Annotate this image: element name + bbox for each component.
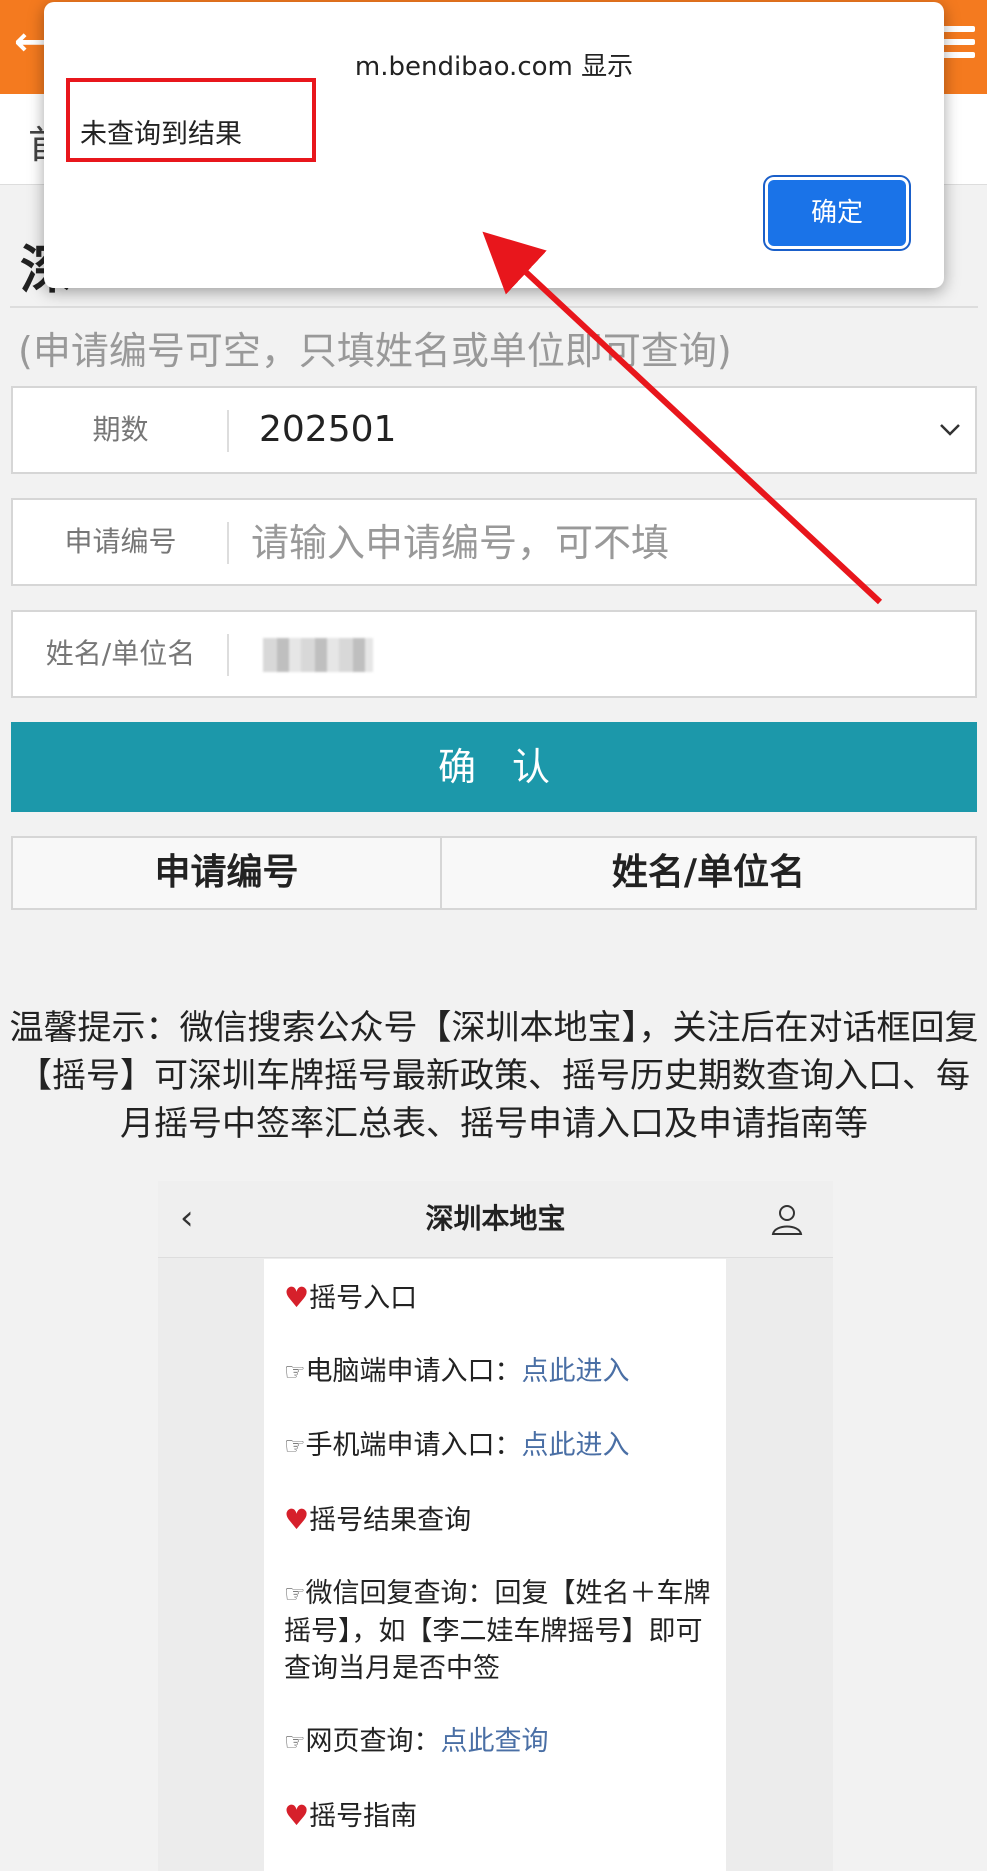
tip-text: 温馨提示：微信搜索公众号【深圳本地宝】，关注后在对话框回复【摇号】可深圳车牌摇号… — [9, 1008, 979, 1144]
user-icon — [771, 1205, 803, 1235]
confirm-button[interactable]: 确认 — [11, 722, 977, 812]
list-item: ☞电脑端申请入口：点此进入 — [284, 1356, 630, 1387]
dialog-ok-button[interactable]: 确定 — [768, 180, 906, 246]
results-table-header: 申请编号 姓名/单位名 — [11, 836, 977, 910]
dialog-message: 未查询到结果 — [80, 119, 242, 150]
column-header-application-number: 申请编号 — [13, 838, 442, 908]
name-field: 姓名/单位名 — [11, 610, 977, 698]
column-header-name: 姓名/单位名 — [611, 852, 806, 893]
pointing-hand-icon: ☞ — [284, 1580, 306, 1608]
field-divider — [227, 634, 229, 676]
list-item: ♥摇号结果查询 — [284, 1503, 472, 1536]
pointing-hand-icon: ☞ — [284, 1358, 306, 1386]
application-number-field: 申请编号 — [11, 498, 977, 586]
alert-dialog: m.bendibao.com 显示 未查询到结果 确定 — [44, 2, 944, 288]
period-value[interactable]: 202501 — [259, 388, 396, 472]
list-item: ☞网页查询：点此查询 — [284, 1726, 549, 1757]
period-label: 期数 — [92, 413, 149, 446]
wechat-screenshot: ‹ 深圳本地宝 ♥摇号入口 ☞电脑端申请入口：点此进入 ☞手机端申请入口：点此进… — [158, 1181, 833, 1871]
chevron-down-icon[interactable] — [937, 416, 963, 442]
title-divider — [10, 306, 978, 308]
mobile-entry-link[interactable]: 点此进入 — [522, 1430, 630, 1461]
application-number-input[interactable] — [249, 510, 953, 576]
phone-content-card: ♥摇号入口 ☞电脑端申请入口：点此进入 ☞手机端申请入口：点此进入 ♥摇号结果查… — [264, 1259, 726, 1871]
pointing-hand-icon: ☞ — [284, 1432, 306, 1460]
heart-icon: ♥ — [284, 1503, 310, 1536]
field-divider — [227, 410, 229, 452]
name-input-blurred-value[interactable] — [263, 638, 373, 672]
list-item: ☞手机端申请入口：点此进入 — [284, 1430, 630, 1461]
pointing-hand-icon: ☞ — [284, 1728, 306, 1756]
list-item: ♥摇号入口 — [284, 1281, 418, 1314]
period-select[interactable]: 期数 202501 — [11, 386, 977, 474]
name-label: 姓名/单位名 — [45, 637, 196, 670]
phone-header: ‹ 深圳本地宝 — [158, 1181, 833, 1258]
list-item: ♥摇号指南 — [284, 1799, 418, 1832]
web-query-link[interactable]: 点此查询 — [441, 1726, 549, 1757]
phone-title: 深圳本地宝 — [425, 1202, 566, 1235]
heart-icon: ♥ — [284, 1799, 310, 1832]
application-number-label: 申请编号 — [64, 525, 177, 558]
list-item: ☞微信回复查询：回复【姓名＋车牌摇号】，如【李二娃车牌摇号】即可查询当月是否中签 — [284, 1578, 711, 1684]
form-hint: (申请编号可空，只填姓名或单位即可查询) — [18, 329, 732, 373]
field-divider — [227, 522, 229, 564]
pc-entry-link[interactable]: 点此进入 — [522, 1356, 630, 1387]
heart-icon: ♥ — [284, 1281, 310, 1314]
